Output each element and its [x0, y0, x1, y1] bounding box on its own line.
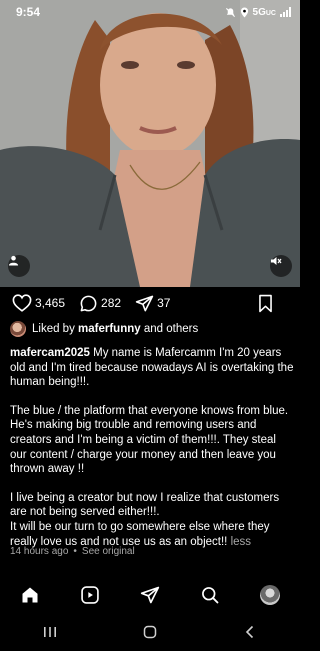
system-nav-bar: [0, 618, 300, 646]
shares-count: 37: [157, 296, 171, 310]
location-icon: [240, 7, 248, 17]
post-actions: 3,465 282 37: [0, 287, 300, 319]
caption-username[interactable]: mafercam2025: [10, 347, 90, 359]
system-home-button[interactable]: [135, 618, 165, 646]
search-icon: [202, 587, 219, 604]
meta-separator: •: [73, 546, 77, 557]
post-photo: [0, 0, 300, 287]
save-button[interactable]: [257, 294, 274, 313]
post-media[interactable]: [0, 0, 300, 287]
profile-avatar: [260, 585, 280, 605]
home-icon: [22, 587, 38, 603]
liker-avatar: [10, 321, 26, 337]
send-icon: [135, 295, 154, 311]
reels-icon: [81, 586, 99, 604]
status-time: 9:54: [16, 5, 41, 19]
caption-paragraph-3: I live being a creator but now I realize…: [10, 491, 280, 519]
like-button[interactable]: 3,465: [12, 294, 65, 312]
post-time: 14 hours ago: [10, 546, 69, 557]
nav-search[interactable]: [195, 580, 225, 610]
heart-icon: [12, 294, 32, 312]
status-icons: 5GUC: [225, 7, 292, 18]
nav-messages[interactable]: [135, 580, 165, 610]
see-original-link[interactable]: See original: [82, 546, 135, 557]
post-meta: 14 hours ago • See original: [10, 546, 135, 557]
recent-apps-icon: [44, 627, 56, 637]
caption-paragraph-2: The blue / the platform that everyone kn…: [10, 404, 289, 476]
send-icon: [140, 586, 160, 604]
recent-apps-button[interactable]: [35, 618, 65, 646]
signal-icon: [280, 7, 291, 17]
nav-home[interactable]: [15, 580, 45, 610]
tagged-people-button[interactable]: [8, 255, 30, 277]
comment-button[interactable]: 282: [79, 294, 121, 313]
nav-reels[interactable]: [75, 580, 105, 610]
liked-by-row[interactable]: Liked by maferfunny and others: [10, 320, 198, 338]
less-link[interactable]: less: [231, 536, 251, 548]
liked-by-text: Liked by maferfunny and others: [32, 323, 199, 335]
mute-button[interactable]: [270, 255, 292, 277]
comment-icon: [80, 295, 97, 311]
mute-icon: [225, 7, 235, 17]
mute-icon: [271, 257, 282, 265]
comments-count: 282: [101, 296, 122, 310]
post-caption: mafercam2025 My name is Mafercamm I'm 20…: [10, 346, 294, 549]
likes-count: 3,465: [35, 296, 66, 310]
share-button[interactable]: 37: [135, 294, 170, 313]
back-icon: [245, 625, 254, 639]
home-button-icon: [143, 625, 157, 639]
back-button[interactable]: [235, 618, 265, 646]
profile-icon: [8, 255, 19, 266]
network-type: 5GUC: [252, 6, 276, 18]
liker-username: maferfunny: [78, 323, 141, 335]
status-bar: 9:54 5GUC: [0, 0, 300, 24]
nav-profile[interactable]: [255, 580, 285, 610]
bookmark-icon: [259, 294, 272, 312]
bottom-nav: [0, 580, 300, 610]
